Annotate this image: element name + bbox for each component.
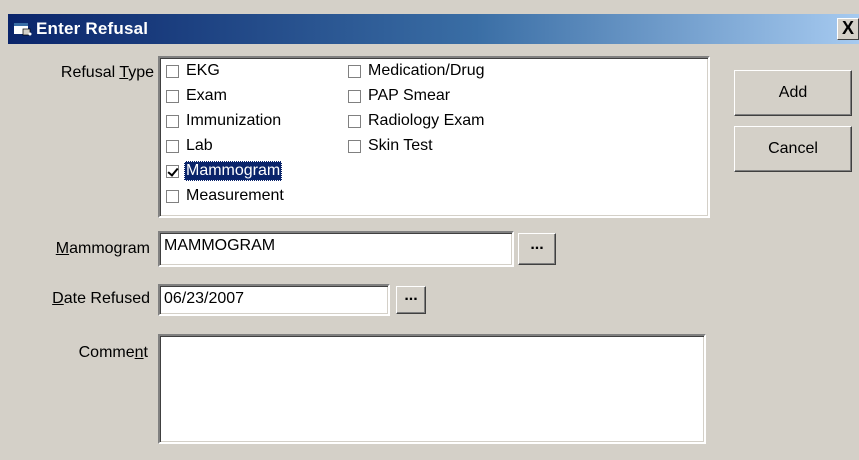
refusal-type-checklist[interactable]: EKG Exam Immunization Lab Mammogram Measureme…	[158, 56, 710, 218]
checkbox-icon[interactable]	[166, 114, 179, 128]
refusal-option-label: Lab	[186, 137, 213, 154]
date-refused-label-rest: ate Refused	[63, 290, 150, 307]
refusal-option-ekg[interactable]: EKG	[166, 60, 222, 82]
refusal-option-lab[interactable]: Lab	[166, 135, 215, 157]
date-refused-value: 06/23/2007	[164, 290, 245, 307]
date-refused-field[interactable]: 06/23/2007	[158, 284, 390, 316]
mammogram-label: Mammogram	[20, 240, 150, 258]
refusal-option-skin-test[interactable]: Skin Test	[348, 135, 435, 157]
checkbox-icon[interactable]	[166, 189, 179, 203]
date-refused-label-accel: D	[52, 290, 64, 307]
refusal-type-label-prefix: Refusal	[60, 64, 120, 81]
refusal-option-label: PAP Smear	[368, 87, 451, 104]
comment-label-suffix: t	[143, 344, 148, 361]
refusal-option-radiology-exam[interactable]: Radiology Exam	[348, 110, 487, 132]
window-title: Enter Refusal	[36, 19, 149, 38]
comment-label-accel: n	[134, 344, 144, 361]
close-icon: X	[841, 18, 854, 38]
checkbox-icon[interactable]	[348, 114, 361, 128]
checkbox-icon[interactable]	[348, 139, 361, 153]
checkbox-icon[interactable]	[166, 139, 179, 153]
close-button[interactable]: X	[837, 18, 859, 40]
checkbox-icon[interactable]	[166, 64, 179, 78]
cancel-button[interactable]: Cancel	[734, 126, 852, 172]
refusal-option-label: Mammogram	[184, 161, 283, 181]
enter-refusal-dialog: Enter Refusal X Refusal Type EKG Exam Immu…	[0, 0, 859, 460]
refusal-option-immunization[interactable]: Immunization	[166, 110, 283, 132]
date-refused-label: Date Refused	[20, 290, 150, 308]
comment-label: Comment	[20, 344, 148, 362]
refusal-option-label: Exam	[186, 87, 227, 104]
checkbox-icon[interactable]	[166, 89, 179, 103]
date-picker-button[interactable]: ...	[396, 286, 426, 314]
window-app-icon	[14, 23, 32, 36]
add-button[interactable]: Add	[734, 70, 852, 116]
refusal-type-label-accel: T	[119, 64, 129, 81]
mammogram-label-accel: M	[55, 240, 70, 257]
refusal-option-label: Medication/Drug	[368, 62, 485, 79]
comment-label-prefix: Comme	[78, 344, 135, 361]
checkbox-checked-icon[interactable]	[166, 164, 179, 178]
title-bar[interactable]: Enter Refusal X	[8, 14, 859, 44]
refusal-option-label: Immunization	[186, 112, 282, 129]
refusal-option-label: Skin Test	[368, 137, 433, 154]
refusal-type-label: Refusal Type	[30, 64, 154, 82]
comment-textarea[interactable]	[158, 334, 706, 444]
refusal-type-label-suffix: ype	[128, 64, 154, 81]
checkbox-icon[interactable]	[348, 89, 361, 103]
mammogram-label-rest: ammogram	[69, 240, 150, 257]
checkbox-icon[interactable]	[348, 64, 361, 78]
refusal-option-pap-smear[interactable]: PAP Smear	[348, 85, 452, 107]
mammogram-lookup-button[interactable]: ...	[518, 233, 556, 265]
refusal-option-exam[interactable]: Exam	[166, 85, 229, 107]
refusal-option-label: EKG	[186, 62, 220, 79]
mammogram-value: MAMMOGRAM	[164, 237, 276, 254]
refusal-option-label: Radiology Exam	[368, 112, 485, 129]
refusal-option-measurement[interactable]: Measurement	[166, 185, 286, 207]
refusal-option-label: Measurement	[186, 187, 284, 204]
refusal-option-mammogram[interactable]: Mammogram	[166, 160, 283, 182]
refusal-option-medication-drug[interactable]: Medication/Drug	[348, 60, 487, 82]
mammogram-field[interactable]: MAMMOGRAM	[158, 231, 514, 267]
